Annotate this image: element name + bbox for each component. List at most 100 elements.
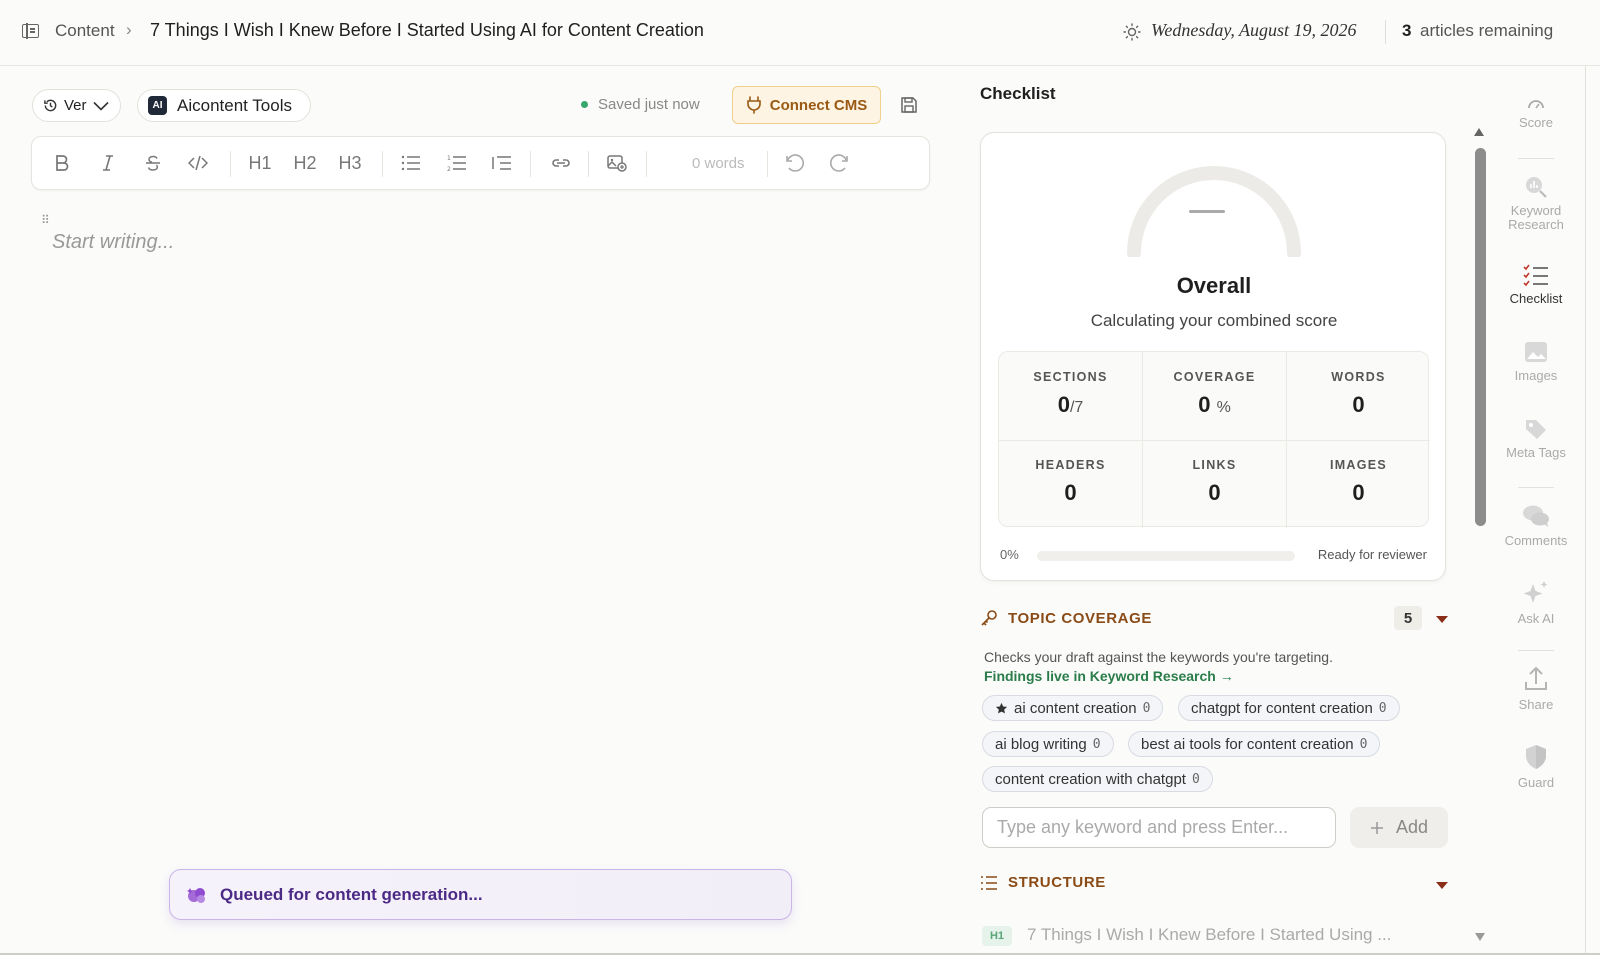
- redo-icon[interactable]: [824, 137, 856, 189]
- toolbar-divider: [230, 151, 231, 177]
- rail-images[interactable]: Images: [1496, 341, 1576, 383]
- italic-icon[interactable]: [92, 137, 124, 189]
- structure-heading-text[interactable]: 7 Things I Wish I Knew Before I Started …: [1027, 925, 1391, 945]
- rail-guard[interactable]: Guard: [1496, 744, 1576, 790]
- history-icon: [44, 99, 57, 112]
- bullet-list-icon[interactable]: [394, 137, 428, 189]
- heading-level-badge: H1: [982, 926, 1012, 946]
- keyword-chip[interactable]: best ai tools for content creation 0: [1128, 731, 1381, 757]
- key-icon: [981, 610, 997, 626]
- comments-icon: [1523, 505, 1549, 527]
- keyword-text: ai content creation: [1014, 699, 1137, 717]
- sun-icon[interactable]: [1123, 23, 1141, 41]
- heading-2-button[interactable]: H2: [285, 137, 325, 189]
- overall-score-card: Overall Calculating your combined score …: [980, 132, 1446, 581]
- stat-value: 0: [1352, 392, 1365, 417]
- strikethrough-icon[interactable]: [137, 137, 169, 189]
- saved-status-text: Saved just now: [598, 96, 700, 113]
- keyword-chip[interactable]: chatgpt for content creation 0: [1178, 695, 1400, 721]
- articles-remaining-count: 3: [1402, 21, 1412, 40]
- rail-score[interactable]: Score: [1496, 96, 1576, 130]
- rail-share-label: Share: [1518, 697, 1554, 712]
- rail-guard-label: Guard: [1517, 775, 1555, 790]
- keyword-count: 0: [1191, 771, 1200, 787]
- stat-label: LINKS: [1192, 458, 1237, 472]
- scroll-down-arrow-icon[interactable]: [1475, 933, 1485, 941]
- stat-links: LINKS 0: [1143, 440, 1286, 528]
- rail-images-label: Images: [1514, 368, 1558, 383]
- keyword-text: content creation with chatgpt: [995, 770, 1186, 788]
- panel-scrollbar[interactable]: [1475, 148, 1486, 526]
- overall-title: Overall: [1176, 273, 1252, 298]
- formatting-toolbar: H1 H2 H3 12 0 words: [31, 136, 930, 190]
- editor-placeholder[interactable]: Start writing...: [52, 231, 174, 254]
- stat-unit: %: [1216, 399, 1231, 416]
- keyword-text: best ai tools for content creation: [1141, 735, 1354, 753]
- undo-icon[interactable]: [778, 137, 810, 189]
- rail-meta-tags[interactable]: Meta Tags: [1496, 418, 1576, 460]
- indent-list-icon[interactable]: [485, 137, 519, 189]
- rail-checklist[interactable]: Checklist: [1496, 264, 1576, 306]
- scroll-up-arrow-icon[interactable]: [1474, 128, 1484, 136]
- keyword-input[interactable]: Type any keyword and press Enter...: [982, 807, 1336, 848]
- sidebar-toggle-icon[interactable]: [22, 23, 39, 39]
- checklist-heading: Checklist: [980, 84, 1056, 103]
- article-title: 7 Things I Wish I Knew Before I Started …: [150, 20, 704, 40]
- progress-percent: 0%: [1000, 547, 1019, 562]
- numbered-list-icon[interactable]: 12: [440, 137, 474, 189]
- topic-coverage-description: Checks your draft against the keywords y…: [984, 649, 1333, 665]
- connect-cms-button[interactable]: Connect CMS: [732, 86, 881, 124]
- topic-coverage-header[interactable]: TOPIC COVERAGE: [980, 609, 1152, 627]
- toolbar-divider: [588, 151, 589, 177]
- keyword-count: 0: [1092, 736, 1101, 752]
- checklist-icon: [1523, 264, 1548, 286]
- collapse-caret-icon[interactable]: [1436, 616, 1448, 623]
- search-chart-icon: [1526, 177, 1547, 198]
- version-history-button[interactable]: Ver: [32, 89, 121, 122]
- rail-comments[interactable]: Comments: [1496, 504, 1576, 548]
- brand-label: Aicontent Tools: [177, 95, 292, 115]
- progress-label: Ready for reviewer: [1317, 547, 1427, 562]
- save-status: Saved just now: [581, 96, 700, 113]
- bold-icon[interactable]: [46, 137, 78, 189]
- keyword-count: 0: [1142, 700, 1151, 716]
- save-icon[interactable]: [900, 96, 918, 114]
- stat-headers: HEADERS 0: [999, 440, 1142, 528]
- topic-coverage-title: TOPIC COVERAGE: [1008, 609, 1152, 627]
- stats-grid: SECTIONS 0/7 COVERAGE 0 % WORDS 0 HEADER…: [998, 351, 1430, 528]
- link-icon[interactable]: [544, 137, 578, 189]
- stat-label: SECTIONS: [1033, 370, 1108, 384]
- code-icon[interactable]: [182, 137, 214, 189]
- sparkles-icon: [1523, 581, 1548, 603]
- svg-text:2: 2: [447, 166, 451, 172]
- rail-keyword-research-label: Keyword Research: [1508, 203, 1564, 232]
- rail-share[interactable]: Share: [1496, 666, 1576, 712]
- keyword-research-link[interactable]: Findings live in Keyword Research →: [984, 668, 1234, 684]
- insert-image-icon[interactable]: [600, 137, 634, 189]
- rail-checklist-label: Checklist: [1509, 291, 1563, 306]
- collapse-caret-icon[interactable]: [1436, 882, 1448, 889]
- drag-handle-icon[interactable]: ⠿: [41, 214, 51, 232]
- stat-label: IMAGES: [1329, 458, 1388, 472]
- rail-ask-ai-label: Ask AI: [1517, 611, 1555, 626]
- stat-label: WORDS: [1331, 370, 1386, 384]
- heading-3-button[interactable]: H3: [330, 137, 370, 189]
- keyword-chip[interactable]: content creation with chatgpt 0: [982, 766, 1213, 792]
- brand-selector[interactable]: AI Aicontent Tools: [137, 89, 311, 122]
- rail-divider: [1518, 487, 1554, 488]
- rail-keyword-research[interactable]: Keyword Research: [1496, 175, 1576, 232]
- structure-header[interactable]: STRUCTURE: [980, 874, 1106, 891]
- breadcrumb-content[interactable]: Content: [55, 21, 115, 41]
- toolbar-divider: [767, 151, 768, 177]
- keyword-chip[interactable]: ai content creation 0: [982, 695, 1164, 721]
- score-placeholder-dash: [1189, 210, 1225, 213]
- score-gauge: [1127, 166, 1301, 257]
- rail-comments-label: Comments: [1504, 533, 1568, 548]
- sparkle-brain-icon: [187, 887, 205, 903]
- heading-1-button[interactable]: H1: [240, 137, 280, 189]
- add-keyword-button[interactable]: Add: [1350, 807, 1448, 848]
- keyword-text: ai blog writing: [995, 735, 1087, 753]
- keyword-chip[interactable]: ai blog writing 0: [982, 731, 1114, 757]
- rail-ask-ai[interactable]: Ask AI: [1496, 580, 1576, 626]
- stat-sections: SECTIONS 0/7: [999, 352, 1142, 440]
